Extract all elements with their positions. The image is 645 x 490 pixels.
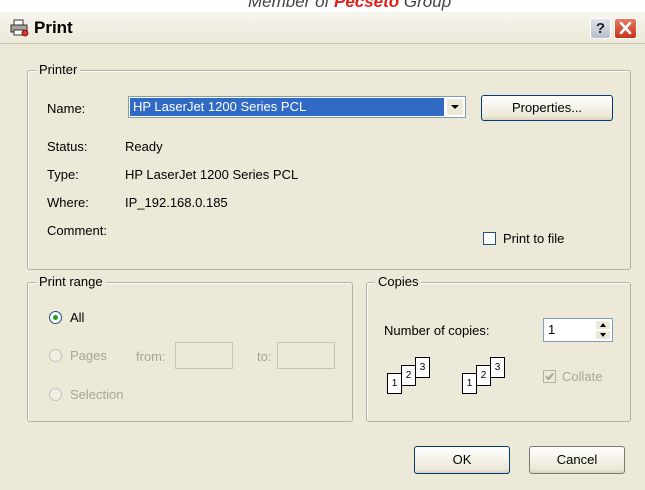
from-label: from: xyxy=(136,349,166,364)
page-2: 2 xyxy=(476,365,491,386)
all-radio[interactable] xyxy=(49,311,62,324)
selection-radio[interactable] xyxy=(49,388,62,401)
all-label[interactable]: All xyxy=(70,310,84,325)
type-value: HP LaserJet 1200 Series PCL xyxy=(125,167,299,182)
decrement-button[interactable] xyxy=(595,330,611,340)
increment-button[interactable] xyxy=(595,320,611,330)
print-dialog: Print ? Printer Name: HP LaserJet 1200 S… xyxy=(0,12,645,490)
print-range-group-label: Print range xyxy=(36,274,106,289)
print-to-file-label[interactable]: Print to file xyxy=(503,231,564,246)
title-bar[interactable]: Print ? xyxy=(0,12,645,44)
printer-group-label: Printer xyxy=(36,62,81,77)
brand-name: Pecseto xyxy=(333,0,400,11)
from-input[interactable] xyxy=(175,342,233,369)
collate-icon-stack-2: 3 2 1 xyxy=(460,357,510,402)
banner: Member of Pecseto Group xyxy=(0,0,645,12)
collate-checkbox[interactable] xyxy=(543,370,556,383)
where-value: IP_192.168.0.185 xyxy=(125,195,228,210)
where-label: Where: xyxy=(47,195,89,210)
pages-radio[interactable] xyxy=(49,349,62,362)
printer-name-value: HP LaserJet 1200 Series PCL xyxy=(130,98,444,116)
page-1: 1 xyxy=(387,373,402,394)
help-button[interactable]: ? xyxy=(590,18,611,39)
copies-value: 1 xyxy=(548,322,556,337)
radio-selected-dot xyxy=(53,315,58,320)
close-button[interactable] xyxy=(614,18,637,39)
stepper-buttons xyxy=(595,320,611,340)
status-value: Ready xyxy=(125,139,163,154)
collate-icon-stack-1: 3 2 1 xyxy=(385,357,435,402)
print-to-file-checkbox[interactable] xyxy=(483,232,496,245)
to-input[interactable] xyxy=(277,342,335,369)
dropdown-button[interactable] xyxy=(446,98,464,116)
page-3: 3 xyxy=(490,357,505,378)
ok-button[interactable]: OK xyxy=(414,446,510,474)
name-label: Name: xyxy=(47,101,86,116)
comment-label: Comment: xyxy=(47,223,107,238)
banner-text: Member of Pecseto Group xyxy=(248,0,451,12)
properties-button[interactable]: Properties... xyxy=(481,95,613,121)
printer-name-select[interactable]: HP LaserJet 1200 Series PCL xyxy=(128,96,466,118)
number-of-copies-label: Number of copies: xyxy=(384,323,490,338)
to-label: to: xyxy=(257,349,272,364)
window-title: Print xyxy=(34,18,73,37)
page-3: 3 xyxy=(415,357,430,378)
cancel-button[interactable]: Cancel xyxy=(529,446,625,474)
printer-icon xyxy=(10,19,30,37)
page-2: 2 xyxy=(401,365,416,386)
copies-group-label: Copies xyxy=(375,274,422,289)
type-label: Type: xyxy=(47,167,79,182)
selection-label[interactable]: Selection xyxy=(70,387,123,402)
collate-label[interactable]: Collate xyxy=(562,369,602,384)
page-1: 1 xyxy=(462,373,477,394)
pages-label[interactable]: Pages xyxy=(70,348,107,363)
number-of-copies-stepper[interactable]: 1 xyxy=(543,318,613,342)
status-label: Status: xyxy=(47,139,88,154)
